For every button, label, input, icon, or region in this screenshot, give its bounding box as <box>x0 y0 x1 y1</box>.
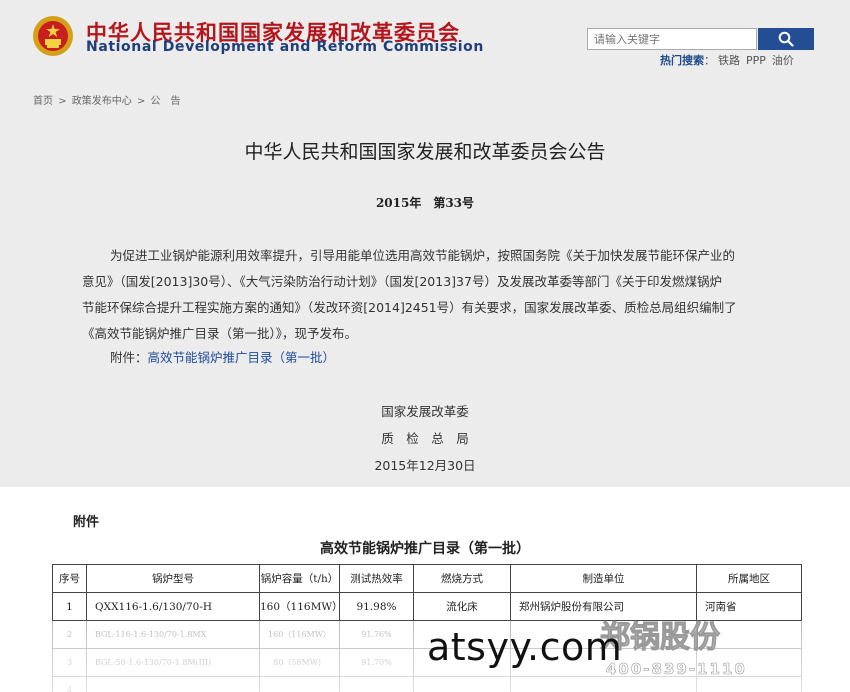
attachment-link[interactable]: 高效节能锅炉推广目录（第一批） <box>148 350 336 365</box>
notice-body-line: 节能环保综合提升工程实施方案的通知》（发改环资[2014]2451号）有关要求，… <box>82 300 737 315</box>
notice-date: 2015年12月30日 <box>374 458 476 473</box>
table-cell: 80（58MW） <box>259 648 340 677</box>
signer-ndrc: 国家发展改革委 <box>381 404 469 419</box>
table-cell: 91.70% <box>339 648 414 677</box>
hot-search-item[interactable]: PPP <box>746 54 766 67</box>
column-header: 锅炉容量（t/h） <box>259 564 340 593</box>
column-header: 制造单位 <box>510 564 697 593</box>
breadcrumb: 首页 > 政策发布中心 > 公 告 <box>33 92 183 107</box>
annex-label: 附件 <box>73 515 100 530</box>
search-icon <box>778 31 794 47</box>
attachment-prefix: 附件： <box>110 350 148 365</box>
notice-body: 为促进工业锅炉能源利用效率提升，引导用能单位选用高效节能锅炉，按照国务院《关于加… <box>82 243 772 347</box>
table-cell <box>413 676 511 692</box>
table-cell: 3 <box>52 648 87 677</box>
table-cell: 1 <box>52 592 87 621</box>
watermark-phone: 400-839-1110 <box>606 660 747 679</box>
breadcrumb-separator: > <box>58 96 67 107</box>
annex-title: 高效节能锅炉推广目录（第一批） <box>320 541 530 557</box>
breadcrumb-policy-center[interactable]: 政策发布中心 <box>72 96 132 107</box>
table-cell: 流化床 <box>413 592 511 621</box>
table-cell <box>510 676 697 692</box>
hot-search-item[interactable]: 油价 <box>772 54 794 67</box>
national-emblem-icon <box>33 16 73 56</box>
breadcrumb-separator: > <box>136 96 146 107</box>
watermark-site: atsyy.com <box>427 625 623 669</box>
table-cell: BGL-58-1.6-130/70-1.8M(III) <box>86 648 260 677</box>
hot-search-label: 热门搜索 <box>660 54 704 67</box>
column-header: 序号 <box>52 564 87 593</box>
table-header-row: 序号 锅炉型号 锅炉容量（t/h） 测试热效率 燃烧方式 制造单位 所属地区 <box>52 564 802 593</box>
table-cell: 91.76% <box>339 620 414 649</box>
attachment-line: 附件：高效节能锅炉推广目录（第一批） <box>110 347 335 366</box>
notice-body-line: 意见》（国发[2013]30号）、《大气污染防治行动计划》（国发[2013]37… <box>82 274 722 289</box>
hot-search-colon: ： <box>704 54 715 67</box>
hot-search-bar: 热门搜索： 铁路 PPP 油价 <box>660 52 797 68</box>
notice-body-line: 《高效节能锅炉推广目录（第一批）》，现予发布。 <box>82 326 358 341</box>
column-header: 锅炉型号 <box>86 564 260 593</box>
column-header: 测试热效率 <box>339 564 414 593</box>
table-cell <box>259 676 340 692</box>
table-cell: 91.98% <box>339 592 414 621</box>
table-cell <box>339 676 414 692</box>
notice-title: 中华人民共和国国家发展和改革委员会公告 <box>244 141 606 163</box>
notice-body-line: 为促进工业锅炉能源利用效率提升，引导用能单位选用高效节能锅炉，按照国务院《关于加… <box>110 248 736 263</box>
table-cell <box>86 676 260 692</box>
table-cell: 2 <box>52 620 87 649</box>
hot-search-item[interactable]: 铁路 <box>718 54 740 67</box>
column-header: 燃烧方式 <box>413 564 511 593</box>
column-header: 所属地区 <box>696 564 802 593</box>
table-cell: 160（116MW） <box>259 592 340 621</box>
search-input[interactable] <box>587 28 757 50</box>
signer-aqsiq: 质 检 总 局 <box>381 431 469 446</box>
table-cell: QXX116-1.6/130/70-H <box>86 592 260 621</box>
breadcrumb-notices[interactable]: 公 告 <box>151 96 181 107</box>
breadcrumb-home[interactable]: 首页 <box>33 96 53 107</box>
table-cell: 160（116MW） <box>259 620 340 649</box>
site-brand-english[interactable]: National Development and Reform Commissi… <box>86 39 484 55</box>
table-row: 4 <box>52 676 802 692</box>
notice-number: 2015年 第33号 <box>375 196 475 210</box>
table-cell <box>696 676 802 692</box>
table-cell: 4 <box>52 676 87 692</box>
table-cell: BGL-116-1.6-130/70-1.8MX <box>86 620 260 649</box>
search-button[interactable] <box>758 28 814 50</box>
